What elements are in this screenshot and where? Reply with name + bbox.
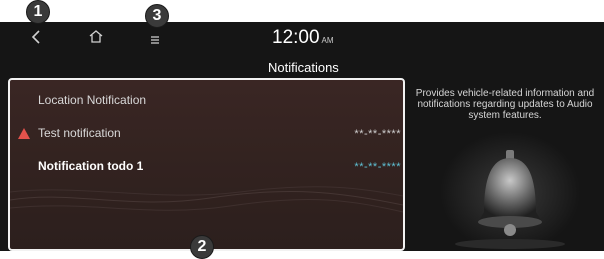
clock-ampm: AM bbox=[321, 36, 334, 45]
list-item-label: Test notification bbox=[38, 126, 121, 140]
menu-icon[interactable] bbox=[150, 32, 160, 50]
list-item-test[interactable]: Test notification **-**-**** bbox=[10, 118, 403, 148]
back-icon[interactable] bbox=[31, 30, 41, 49]
description-text: Provides vehicle-related information and… bbox=[415, 88, 595, 121]
status-bar: 12:00 AM bbox=[0, 22, 604, 56]
callout-1: 1 bbox=[26, 0, 50, 24]
list-item-label: Notification todo 1 bbox=[38, 159, 144, 173]
notification-list: Location Notification Test notification … bbox=[8, 78, 405, 251]
page-title: Notifications bbox=[268, 60, 339, 75]
list-item-todo[interactable]: Notification todo 1 **-**-**** bbox=[10, 151, 403, 181]
callout-2: 2 bbox=[190, 235, 214, 259]
list-item-label: Location Notification bbox=[38, 93, 147, 107]
list-item-location[interactable]: Location Notification bbox=[10, 85, 403, 115]
clock: 12:00 AM bbox=[272, 27, 334, 48]
list-item-date: **-**-**** bbox=[354, 161, 401, 173]
warning-triangle-icon bbox=[18, 128, 30, 139]
callout-3: 3 bbox=[145, 4, 169, 28]
home-icon[interactable] bbox=[89, 30, 103, 48]
infotainment-screen: 12:00 AM Notifications Location Notificat… bbox=[0, 22, 604, 251]
list-item-date: **-**-**** bbox=[354, 128, 401, 140]
bell-icon bbox=[440, 132, 580, 251]
